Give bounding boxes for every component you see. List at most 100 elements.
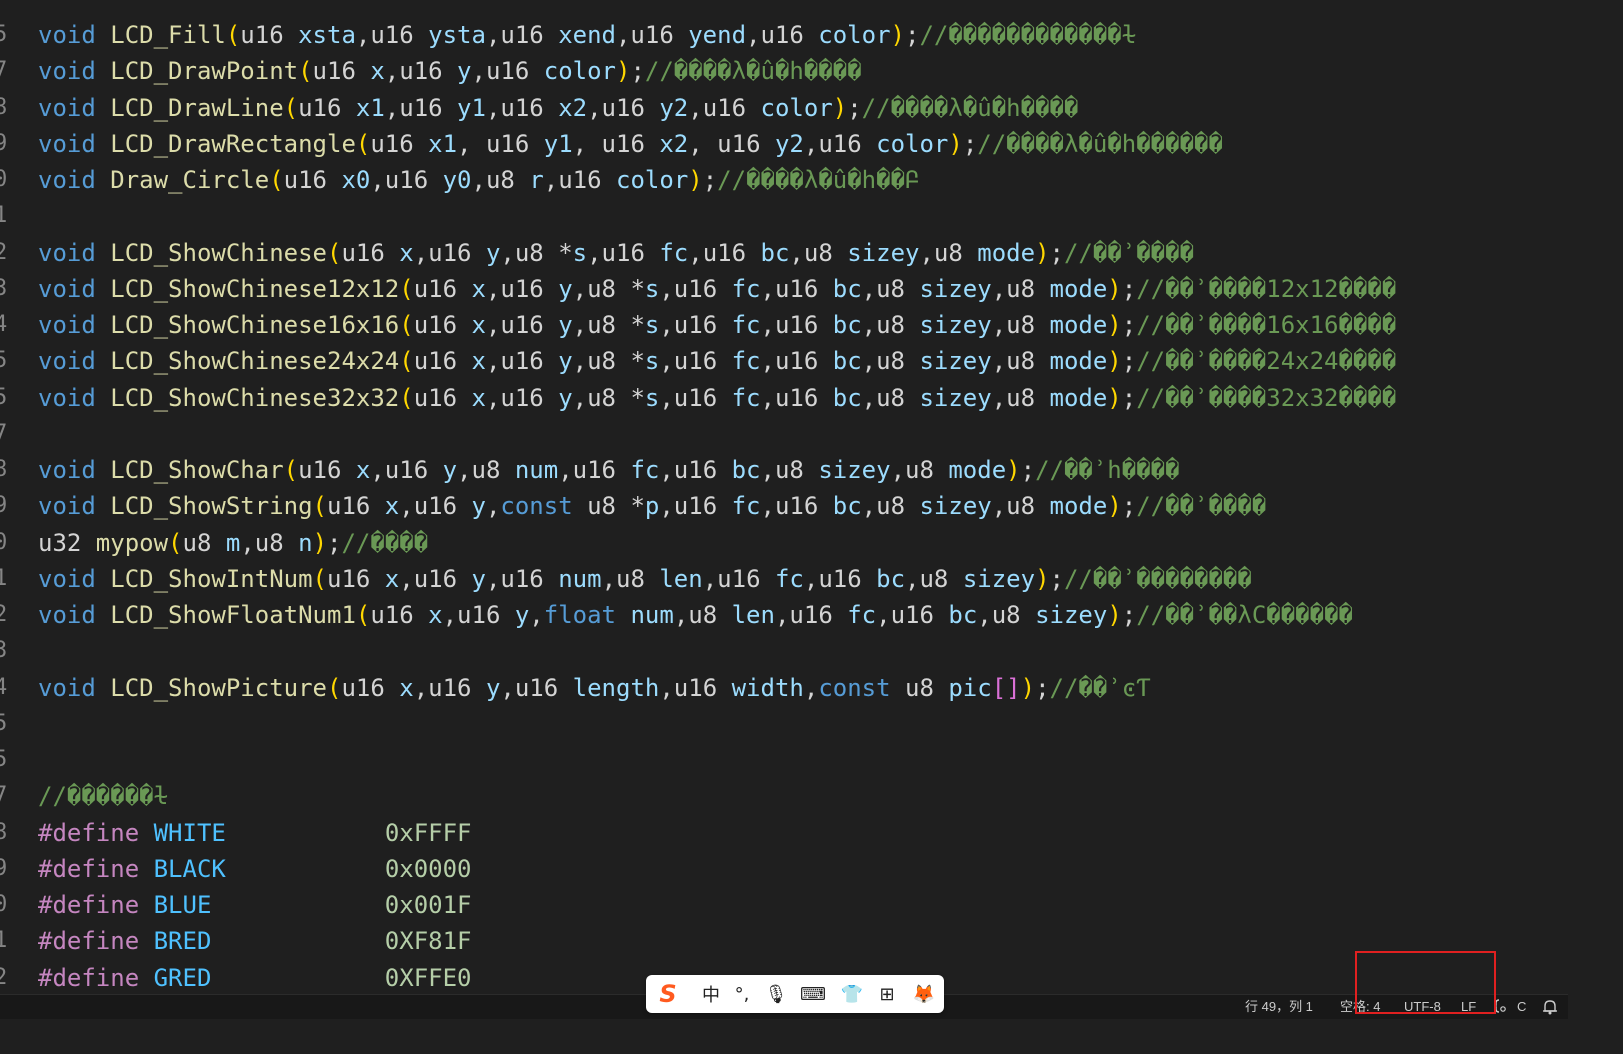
code-token: ) [832, 94, 848, 122]
code-line[interactable]: 5 void LCD_Fill(u16 xsta,u16 ysta,u16 xen… [0, 17, 1568, 53]
code-line[interactable]: 4 void LCD_ShowPicture(u16 x,u16 y,u16 le… [0, 670, 1568, 706]
code-token: ,u16 [659, 347, 732, 375]
code-line[interactable]: 5 void LCD_ShowChinese24x24(u16 x,u16 y,u… [0, 343, 1568, 379]
language-mode[interactable]: C [1517, 998, 1526, 1016]
code-line[interactable]: 2 void LCD_ShowFloatNum1(u16 x,u16 y,floa… [0, 597, 1568, 633]
code-token: //��ʾ����32x32���� [1136, 384, 1397, 412]
code-line[interactable]: 9 void LCD_DrawRectangle(u16 x1, u16 y1, … [0, 126, 1568, 162]
chinese-mode-icon[interactable]: 中 [698, 981, 724, 1007]
sogou-logo-icon[interactable]: S [655, 980, 681, 1008]
code-token: ,u16 [399, 492, 472, 520]
code-line[interactable]: 0 u32 mypow(u8 m,u8 n);//���� [0, 525, 1568, 561]
code-line[interactable]: 0 #define BLUE 0x001F [0, 887, 1568, 923]
code-text: #define GRED 0XFFE0 [38, 960, 472, 994]
code-token: ,u16 [370, 456, 443, 484]
code-token: fc [847, 601, 877, 629]
code-token: LCD_DrawRectangle [110, 130, 356, 158]
code-token: mode [1049, 384, 1108, 412]
code-line[interactable]: 7 //������ɫ [0, 778, 1568, 814]
braces-icon[interactable] [1494, 998, 1508, 1019]
mascot-icon[interactable]: 🦊 [911, 981, 937, 1007]
code-token: n [298, 529, 313, 557]
code-token: #define [38, 891, 140, 919]
code-line[interactable]: 5 void LCD_ShowChinese32x32(u16 x,u16 y,u… [0, 380, 1568, 416]
code-token: y0 [442, 166, 472, 194]
code-editor[interactable]: 5 void LCD_Fill(u16 xsta,u16 ysta,u16 xen… [0, 0, 1568, 994]
code-line[interactable]: 1 #define BRED 0XF81F [0, 923, 1568, 959]
code-token: width [731, 674, 804, 702]
line-number: 4 [0, 675, 8, 700]
code-token: ,u8 [905, 565, 963, 593]
skin-icon[interactable]: 👕 [839, 981, 865, 1007]
code-token: #define [38, 964, 140, 992]
code-text: void LCD_ShowChinese12x12(u16 x,u16 y,u8… [38, 271, 1396, 307]
code-token: ,u16 [485, 94, 559, 122]
code-line[interactable]: 2 void LCD_ShowChinese(u16 x,u16 y,u8 *s,… [0, 235, 1568, 271]
code-token: LCD_DrawPoint [110, 57, 299, 85]
code-line[interactable]: 0 void Draw_Circle(u16 x0,u16 y0,u8 r,u16… [0, 162, 1568, 198]
code-token: ,u8 [673, 601, 732, 629]
code-token: ,u8 * [572, 384, 645, 412]
code-token: void [38, 674, 96, 702]
microphone-icon[interactable]: 🎙 [763, 981, 789, 1007]
code-token: x [384, 565, 400, 593]
code-token: bc [948, 601, 978, 629]
code-token: u16 [370, 130, 429, 158]
code-token: x [471, 275, 486, 303]
code-token: x [471, 384, 486, 412]
code-line[interactable]: 9 void LCD_ShowString(u16 x,u16 y,const u… [0, 488, 1568, 524]
code-line[interactable]: 8 void LCD_DrawLine(u16 x1,u16 y1,u16 x2,… [0, 90, 1568, 126]
toolbox-icon[interactable]: ⊞ [874, 981, 900, 1007]
code-token: sizey [962, 565, 1036, 593]
code-token: sizey [919, 311, 992, 339]
code-text: void LCD_ShowString(u16 x,u16 y,const u8… [38, 488, 1266, 524]
code-line[interactable]: 5 [0, 742, 1568, 778]
code-line[interactable]: 8 #define WHITE 0xFFFF [0, 815, 1568, 851]
code-token: ( [168, 529, 183, 557]
code-line[interactable]: 1 void LCD_ShowIntNum(u16 x,u16 y,u16 num… [0, 561, 1568, 597]
code-token: ; [904, 21, 920, 49]
punctuation-icon[interactable]: °, [729, 981, 755, 1007]
code-token: x [428, 601, 443, 629]
code-token: ; [1035, 674, 1050, 702]
code-token: bc [876, 565, 906, 593]
code-token: ; [1121, 347, 1137, 375]
cursor-position[interactable]: 行 49，列 1 [1245, 998, 1313, 1016]
code-line[interactable]: 7 [0, 416, 1568, 452]
keyboard-icon[interactable]: ⌨ [800, 981, 826, 1007]
code-token: num [558, 565, 602, 593]
code-line[interactable]: 7 void LCD_DrawPoint(u16 x,u16 y,u16 colo… [0, 53, 1568, 89]
code-line[interactable]: 1 [0, 198, 1568, 234]
code-token: y2 [774, 130, 804, 158]
code-token: s [572, 239, 588, 267]
code-token: LCD_ShowChinese12x12 [110, 275, 400, 303]
code-line[interactable]: 9 #define BLACK 0x0000 [0, 851, 1568, 887]
code-token: ,u8 [601, 565, 660, 593]
code-token: void [38, 57, 96, 85]
code-token: bc [832, 311, 862, 339]
line-number: 9 [0, 493, 8, 518]
code-line[interactable]: 3 [0, 633, 1568, 669]
code-token: //����λ�û�һ���� [644, 57, 862, 85]
code-token: ,u16 [485, 275, 559, 303]
code-line[interactable]: 8 void LCD_ShowChar(u16 x,u16 y,u8 num,u1… [0, 452, 1568, 488]
code-token: ( [225, 21, 241, 49]
code-token: ; [327, 529, 342, 557]
code-token: ( [327, 239, 342, 267]
bell-icon[interactable] [1541, 998, 1559, 1021]
code-token: u8 [890, 674, 949, 702]
code-token: bc [832, 275, 862, 303]
code-token: u16 [312, 57, 371, 85]
code-token: void [38, 565, 96, 593]
code-token: ; [1020, 456, 1036, 484]
code-token: s [644, 311, 660, 339]
code-line[interactable]: 3 void LCD_ShowChinese12x12(u16 x,u16 y,u… [0, 271, 1568, 307]
code-line[interactable]: 4 void LCD_ShowChinese16x16(u16 x,u16 y,u… [0, 307, 1568, 343]
code-token: length [572, 674, 660, 702]
code-token: void [38, 492, 96, 520]
code-token: ,u16 [760, 492, 833, 520]
code-line[interactable]: 5 [0, 706, 1568, 742]
code-token: ,u16 [688, 94, 761, 122]
line-number: 8 [0, 457, 8, 482]
code-token: ,u8 [977, 601, 1036, 629]
